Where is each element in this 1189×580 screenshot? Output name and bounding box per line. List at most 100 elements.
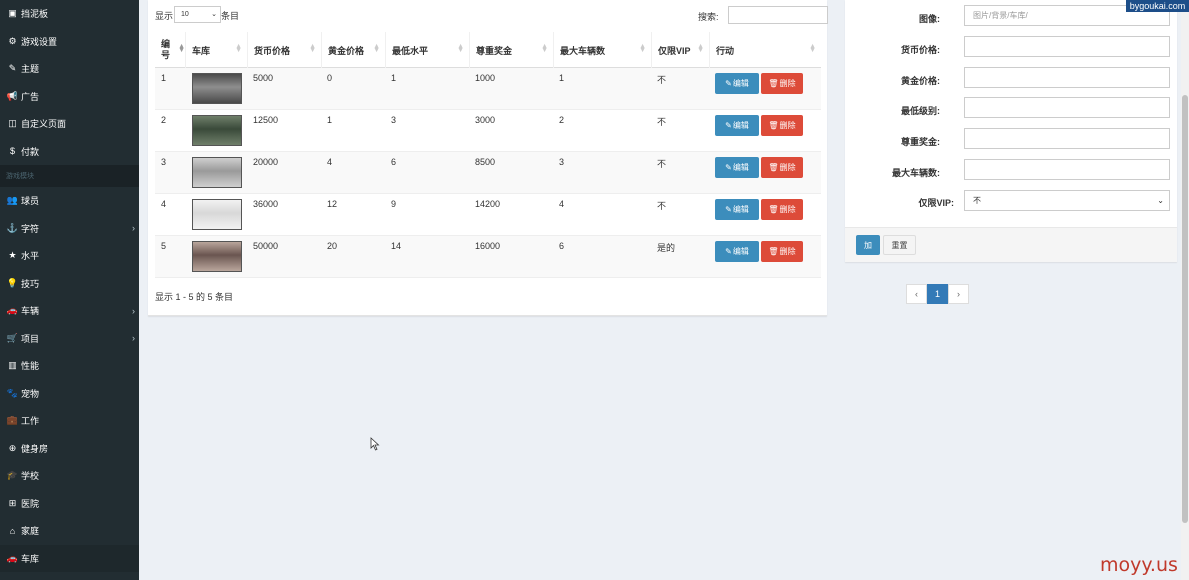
garage-thumbnail <box>192 199 242 230</box>
column-header-label: 货币价格 <box>254 45 291 56</box>
sidebar-item[interactable]: 🎓 学校 <box>0 462 139 490</box>
chevron-right-icon: › <box>132 305 135 316</box>
sidebar-item[interactable]: ✎ 主题 <box>0 55 139 83</box>
sidebar-item[interactable]: ▣ 挡泥板 <box>0 0 139 28</box>
sidebar-item-label: 主题 <box>21 64 40 75</box>
sort-icon: ▲ ▼ <box>373 43 380 54</box>
sidebar-item[interactable]: ⚓ 字符 › <box>0 215 139 243</box>
sort-icon: ▲ ▼ <box>639 43 646 54</box>
cell-money-price: 12500 <box>253 115 279 125</box>
sidebar-item[interactable]: 👥 球员 <box>0 187 139 215</box>
sidebar-item[interactable]: ⊞ 医院 <box>0 490 139 518</box>
sidebar-item[interactable]: ◫ 自定义页面 <box>0 110 139 138</box>
delete-button[interactable]: 🗑 删除 <box>761 115 803 136</box>
column-header-label: 编号 <box>161 39 171 60</box>
cell-vip-only: 不 <box>657 159 667 169</box>
sort-icon: ▲ ▼ <box>541 43 548 54</box>
trash-icon: 🗑 <box>768 121 779 130</box>
sidebar-item[interactable]: ⊕ 健身房 <box>0 435 139 463</box>
sidebar-item[interactable]: 📢 广告 <box>0 83 139 111</box>
sidebar-item[interactable]: ⌂ 家庭 <box>0 517 139 545</box>
vip-only-select[interactable]: 不 ⌄ <box>964 190 1170 211</box>
bullhorn-icon: 📢 <box>6 90 19 101</box>
th-actions[interactable]: 行动 ▲ ▼ <box>709 32 821 68</box>
delete-button[interactable]: 🗑 删除 <box>761 73 803 94</box>
sidebar-item[interactable]: 🐾 宠物 <box>0 380 139 408</box>
th-vip-only[interactable]: 仅限VIP ▲ ▼ <box>651 32 709 68</box>
cell-vip-only: 是的 <box>657 243 676 253</box>
gold-price-input[interactable] <box>964 67 1170 88</box>
cart-icon: 🛒 <box>6 332 19 343</box>
column-header-label: 行动 <box>716 45 735 56</box>
edit-button-label: 编辑 <box>732 121 749 130</box>
cell-gold-price: 20 <box>327 241 338 251</box>
scrollbar-thumb[interactable] <box>1182 95 1188 523</box>
min-level-input[interactable] <box>964 97 1170 118</box>
sidebar-item[interactable]: 🚗 车库 <box>0 544 139 572</box>
sidebar-item[interactable]: $ 付款 <box>0 138 139 166</box>
sidebar-item[interactable]: 💼 工作 <box>0 407 139 435</box>
sidebar-item[interactable]: 💡 技巧 <box>0 270 139 298</box>
edit-icon: ✎ <box>725 205 732 214</box>
edit-button[interactable]: ✎ 编辑 <box>715 199 759 220</box>
respect-bonus-input[interactable] <box>964 128 1170 149</box>
sidebar-item-label: 性能 <box>21 361 40 372</box>
image-label: 图像: <box>919 14 940 24</box>
cell-money-price: 20000 <box>253 157 279 167</box>
column-header-label: 车库 <box>192 45 211 56</box>
max-vehicles-input[interactable] <box>964 159 1170 180</box>
cell-respect-bonus: 16000 <box>475 241 501 251</box>
cell-max-vehicles: 2 <box>559 115 565 125</box>
anchor-icon: ⚓ <box>6 222 19 233</box>
min-level-label: 最低级别: <box>901 106 940 116</box>
sidebar-item-label: 游戏设置 <box>21 36 58 47</box>
th-money-price[interactable]: 货币价格 ▲ ▼ <box>247 32 321 68</box>
sidebar-item-label: 广告 <box>21 91 40 102</box>
brush-icon: ✎ <box>8 63 17 74</box>
th-id[interactable]: 编号 ▲ ▼ <box>155 32 185 68</box>
sidebar-item-label: 医院 <box>21 498 40 509</box>
th-respect-bonus[interactable]: 尊重奖金 ▲ ▼ <box>469 32 553 68</box>
edit-button[interactable]: ✎ 编辑 <box>715 157 759 178</box>
sidebar-item-label: 车库 <box>21 553 40 564</box>
sidebar-item-label: 挡泥板 <box>21 9 49 20</box>
edit-button[interactable]: ✎ 编辑 <box>715 241 759 262</box>
edit-icon: ✎ <box>725 247 732 256</box>
sidebar-item[interactable]: ★ 水平 <box>0 242 139 270</box>
edit-button[interactable]: ✎ 编辑 <box>715 73 759 94</box>
sidebar-item-label: 付款 <box>21 146 40 157</box>
delete-button[interactable]: 🗑 删除 <box>761 241 803 262</box>
page-scrollbar[interactable] <box>1181 0 1189 580</box>
dashboard-icon: ▣ <box>8 8 17 19</box>
sidebar-item[interactable]: 🚗 车辆 › <box>0 297 139 325</box>
cell-money-price: 50000 <box>253 241 279 251</box>
add-button[interactable]: 加 <box>856 235 880 255</box>
page-length-value: 10 <box>181 11 189 18</box>
sidebar-item[interactable]: ⚙ 游戏设置 <box>0 28 139 56</box>
sidebar-item-label: 宠物 <box>21 388 40 399</box>
money-price-input[interactable] <box>964 36 1170 57</box>
page-length-select[interactable]: 10 ⌄ <box>174 6 221 23</box>
sidebar-item[interactable]: 🛒 项目 › <box>0 325 139 353</box>
edit-button[interactable]: ✎ 编辑 <box>715 115 759 136</box>
th-min-level[interactable]: 最低水平 ▲ ▼ <box>385 32 469 68</box>
search-input[interactable] <box>728 6 828 24</box>
th-garage[interactable]: 车库 ▲ ▼ <box>185 32 247 68</box>
cell-min-level: 14 <box>391 241 402 251</box>
chevron-down-icon: ⌄ <box>1157 196 1164 205</box>
sort-icon: ▲ ▼ <box>235 43 242 54</box>
pagination-page-1[interactable]: 1 <box>927 284 948 304</box>
sidebar-item-label: 技巧 <box>21 278 40 289</box>
pagination-next-button[interactable]: › <box>948 284 969 304</box>
delete-button[interactable]: 🗑 删除 <box>761 199 803 220</box>
reset-button[interactable]: 重置 <box>883 235 916 255</box>
cell-vip-only: 不 <box>657 117 667 127</box>
th-gold-price[interactable]: 黄金价格 ▲ ▼ <box>321 32 385 68</box>
table-row: 5 50000 20 14 16000 6 是的 ✎ 编辑 🗑 删除 <box>155 236 821 278</box>
pagination-prev-button[interactable]: ‹ <box>906 284 927 304</box>
trash-icon: 🗑 <box>768 79 779 88</box>
th-max-vehicles[interactable]: 最大车辆数 ▲ ▼ <box>553 32 651 68</box>
sidebar-item[interactable]: ▥ 性能 <box>0 352 139 380</box>
edit-icon: ✎ <box>725 163 732 172</box>
delete-button[interactable]: 🗑 删除 <box>761 157 803 178</box>
